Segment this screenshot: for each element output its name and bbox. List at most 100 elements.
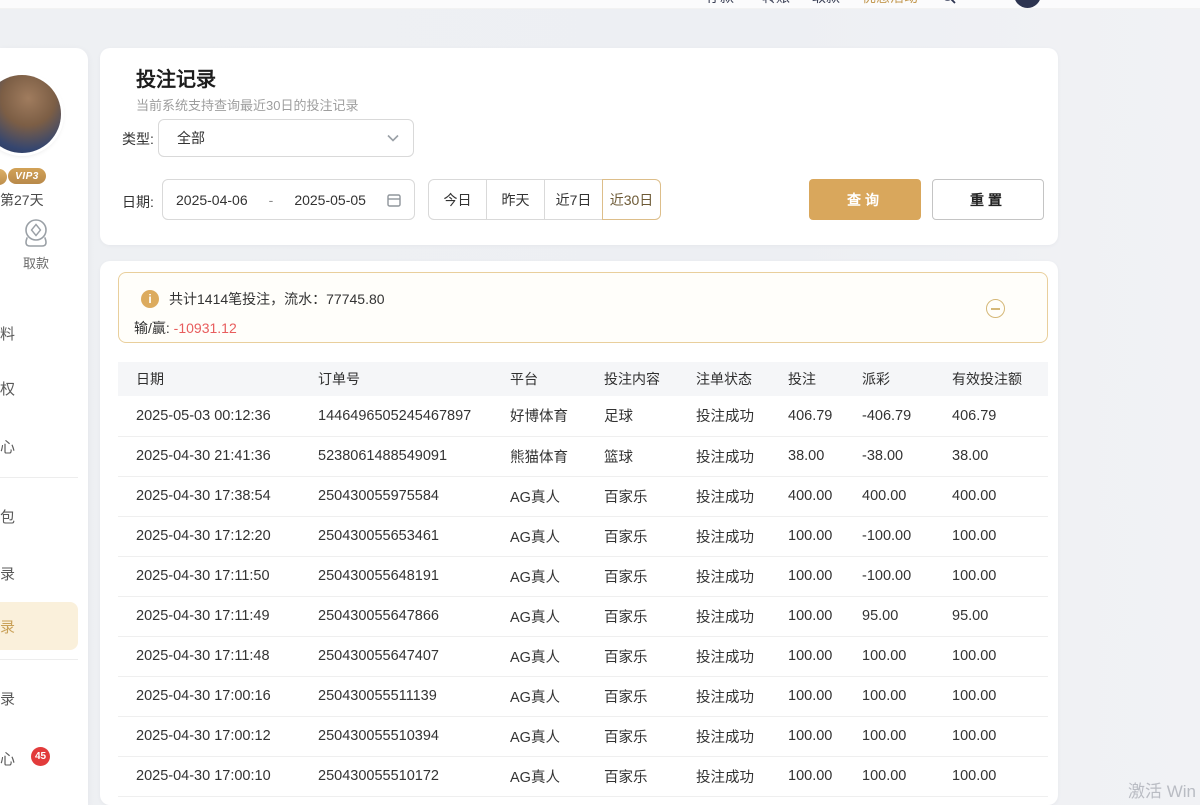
cell-order-number: 250430055975584 (318, 476, 510, 516)
cell-date: 2025-04-30 17:00:10 (118, 756, 318, 796)
cell-status: 投注成功 (696, 596, 788, 636)
cell-status: 投注成功 (696, 756, 788, 796)
cell-valid-amount: 100.00 (952, 516, 1048, 556)
sidebar-item-other-records[interactable]: 录 (0, 688, 20, 709)
quick-date-today[interactable]: 今日 (428, 179, 487, 220)
cell-date: 2025-04-30 17:11:48 (118, 636, 318, 676)
type-filter-label: 类型: (122, 129, 154, 149)
cell-date: 2025-04-30 17:00:12 (118, 716, 318, 756)
search-icon[interactable] (941, 0, 956, 4)
cell-payout: 100.00 (862, 716, 952, 756)
activate-windows-watermark: 激活 Win (1128, 777, 1196, 802)
type-select[interactable]: 全部 (158, 119, 414, 157)
summary-banner: i 共计1414笔投注，流水：77745.80 输/赢: -10931.12 (118, 272, 1048, 343)
cell-platform: AG真人 (510, 636, 604, 676)
topnav-item-promo[interactable]: 优惠活动 (862, 0, 918, 7)
sidebar-item-message-center[interactable]: 心 (0, 748, 20, 769)
reset-button[interactable]: 重置 (932, 179, 1044, 220)
cell-bet-content: 百家乐 (604, 476, 696, 516)
sidebar-divider (0, 659, 78, 660)
search-button[interactable]: 查询 (809, 179, 921, 220)
cell-bet-content: 百家乐 (604, 596, 696, 636)
cell-order-number: 250430055511139 (318, 676, 510, 716)
filters-card: 投注记录 当前系统支持查询最近30日的投注记录 类型: 全部 日期: 2025-… (100, 48, 1058, 245)
cell-order-number: 250430055653461 (318, 516, 510, 556)
topnav-item-deposit[interactable]: 存款 (706, 0, 734, 7)
cell-bet-amount: 100.00 (788, 516, 862, 556)
cell-order-number: 250430055648191 (318, 556, 510, 596)
summary-total-text: 共计1414笔投注，流水：77745.80 (169, 289, 385, 309)
cell-bet-content: 百家乐 (604, 756, 696, 796)
cell-bet-amount: 100.00 (788, 596, 862, 636)
quick-date-30days[interactable]: 近30日 (602, 179, 661, 220)
cell-bet-content: 百家乐 (604, 676, 696, 716)
withdraw-label: 取款 (0, 253, 72, 272)
vip-medal-icon (0, 169, 7, 185)
cell-date: 2025-04-30 17:00:16 (118, 676, 318, 716)
cell-order-number: 250430055647407 (318, 636, 510, 676)
sidebar-item-records[interactable]: 录 (0, 563, 20, 584)
col-header-valid: 有效投注额 (952, 362, 1048, 396)
sidebar: VIP3 第27天 取款 料 权 心 包 录 录 录 心 45 (0, 48, 88, 805)
cell-bet-amount: 100.00 (788, 556, 862, 596)
cell-bet-amount: 100.00 (788, 756, 862, 796)
col-header-bet: 投注 (788, 362, 862, 396)
cell-date: 2025-04-30 21:41:36 (118, 436, 318, 476)
cell-status: 投注成功 (696, 516, 788, 556)
page-subtitle: 当前系统支持查询最近30日的投注记录 (136, 95, 358, 114)
quick-date-yesterday[interactable]: 昨天 (486, 179, 545, 220)
sidebar-item-privileges[interactable]: 权 (0, 378, 20, 399)
cell-date: 2025-04-30 17:12:20 (118, 516, 318, 556)
date-filter-label: 日期: (122, 192, 154, 212)
cell-platform: AG真人 (510, 716, 604, 756)
profile-avatar[interactable] (0, 75, 61, 153)
cell-status: 投注成功 (696, 556, 788, 596)
cell-payout: 100.00 (862, 756, 952, 796)
cell-platform: AG真人 (510, 476, 604, 516)
sidebar-item-wallet[interactable]: 包 (0, 506, 20, 527)
cell-payout: 400.00 (862, 476, 952, 516)
cell-valid-amount: 400.00 (952, 476, 1048, 516)
table-row: 2025-04-30 17:11:48 250430055647407 AG真人… (118, 636, 1048, 676)
cell-bet-content: 百家乐 (604, 636, 696, 676)
info-icon: i (141, 290, 159, 308)
cell-payout: -100.00 (862, 556, 952, 596)
cell-bet-amount: 100.00 (788, 716, 862, 756)
cell-order-number: 250430055510172 (318, 756, 510, 796)
table-row: 2025-05-03 00:12:36 1446496505245467897 … (118, 396, 1048, 436)
cell-status: 投注成功 (696, 716, 788, 756)
cell-date: 2025-04-30 17:38:54 (118, 476, 318, 516)
col-header-platform: 平台 (510, 362, 604, 396)
table-row: 2025-04-30 17:00:10 250430055510172 AG真人… (118, 756, 1048, 796)
cell-bet-amount: 38.00 (788, 436, 862, 476)
cell-bet-amount: 400.00 (788, 476, 862, 516)
user-avatar[interactable] (1014, 0, 1041, 8)
cell-order-number: 250430055510394 (318, 716, 510, 756)
sidebar-withdraw-shortcut[interactable]: 取款 (0, 216, 72, 272)
date-range-input[interactable]: 2025-04-06 - 2025-05-05 (162, 179, 415, 220)
cell-status: 投注成功 (696, 636, 788, 676)
table-header-row: 日期 订单号 平台 投注内容 注单状态 投注 派彩 有效投注额 (118, 362, 1048, 396)
topnav-item-transfer[interactable]: 转账 (762, 0, 790, 7)
cell-status: 投注成功 (696, 476, 788, 516)
cell-valid-amount: 100.00 (952, 716, 1048, 756)
col-header-status: 注单状态 (696, 362, 788, 396)
sidebar-item-bet-records-active[interactable]: 录 (0, 616, 20, 637)
topnav-item-withdraw[interactable]: 取款 (812, 0, 840, 7)
cell-date: 2025-04-30 17:11:50 (118, 556, 318, 596)
cell-bet-content: 足球 (604, 396, 696, 436)
sidebar-item-profile[interactable]: 料 (0, 323, 20, 344)
cell-valid-amount: 100.00 (952, 556, 1048, 596)
cell-valid-amount: 100.00 (952, 676, 1048, 716)
cell-order-number: 5238061488549091 (318, 436, 510, 476)
cell-status: 投注成功 (696, 436, 788, 476)
cell-order-number: 1446496505245467897 (318, 396, 510, 436)
membership-day-label: 第27天 (0, 190, 44, 210)
cell-platform: 好博体育 (510, 396, 604, 436)
sidebar-item-center[interactable]: 心 (0, 436, 20, 457)
quick-date-7days[interactable]: 近7日 (544, 179, 603, 220)
cell-platform: AG真人 (510, 556, 604, 596)
minus-circle-icon[interactable] (986, 299, 1005, 318)
cell-order-number: 250430055647866 (318, 596, 510, 636)
cell-valid-amount: 100.00 (952, 756, 1048, 796)
